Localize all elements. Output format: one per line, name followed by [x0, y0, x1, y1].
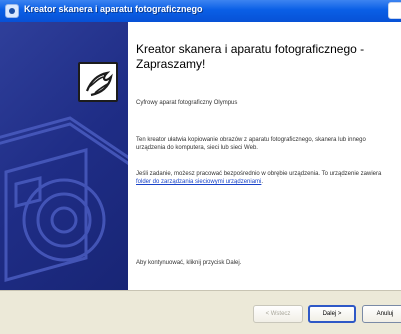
close-icon[interactable] [388, 2, 401, 19]
wizard-logo-icon [78, 62, 118, 102]
page-title: Kreator skanera i aparatu fotograficzneg… [136, 42, 365, 71]
wizard-content: Kreator skanera i aparatu fotograficzneg… [136, 22, 398, 290]
device-folder-link[interactable]: folder do zarządzania sieciowymi urządze… [136, 179, 261, 185]
intro-paragraph: Ten kreator ułatwia kopiowanie obrazów z… [136, 137, 366, 151]
continue-instruction: Aby kontynuować, kliknij przycisk Dalej. [136, 260, 242, 266]
device-paragraph-text: Jeśli zadanie, możesz pracować bezpośred… [136, 171, 382, 177]
camera-wizard-icon [5, 4, 19, 18]
title-bar[interactable]: Kreator skanera i aparatu fotograficzneg… [0, 0, 401, 22]
device-name: Cyfrowy aparat fotograficzny Olympus [136, 100, 238, 106]
wizard-sidebar [0, 22, 128, 290]
cancel-button[interactable]: Anuluj [362, 305, 401, 323]
wizard-window: Kreator skanera i aparatu fotograficzneg… [0, 0, 401, 334]
back-button[interactable]: < Wstecz [253, 305, 303, 323]
next-button[interactable]: Dalej > [308, 305, 356, 323]
device-paragraph: Jeśli zadanie, możesz pracować bezpośred… [136, 170, 396, 186]
wizard-footer: < Wstecz Dalej > Anuluj [0, 290, 401, 334]
device-paragraph-end: . [261, 179, 264, 185]
window-title: Kreator skanera i aparatu fotograficzneg… [24, 4, 203, 14]
